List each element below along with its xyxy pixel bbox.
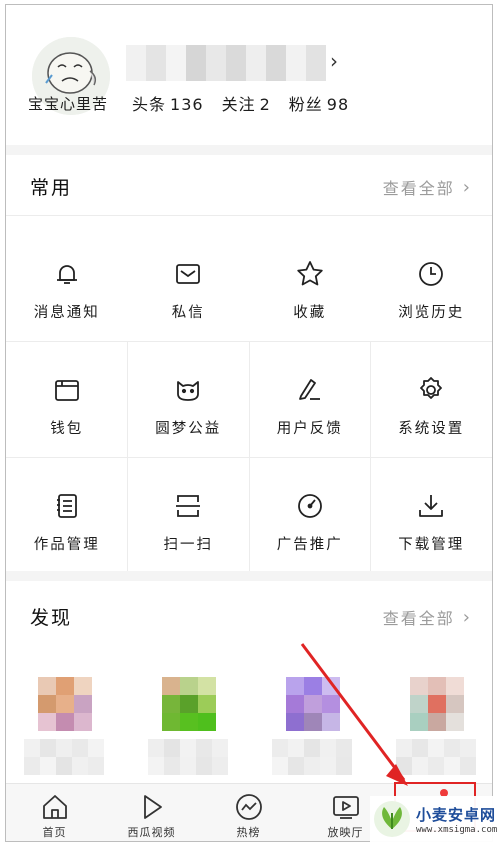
grid-item-label: 扫一扫 bbox=[163, 537, 213, 553]
gauge-icon bbox=[295, 491, 325, 521]
clock-icon bbox=[416, 259, 446, 289]
home-icon bbox=[40, 792, 70, 822]
wallet-icon bbox=[52, 375, 82, 405]
trend-icon bbox=[234, 792, 264, 822]
mail-icon bbox=[173, 259, 203, 289]
avatar-caption: 宝宝心里苦 bbox=[28, 95, 109, 113]
tab-hot-list[interactable]: 热榜 bbox=[200, 784, 297, 841]
tile-caption-blurred bbox=[396, 739, 476, 775]
tv-play-icon bbox=[331, 792, 361, 822]
tile-caption-blurred bbox=[272, 739, 352, 775]
stat-headlines[interactable]: 头条 136 bbox=[132, 91, 204, 115]
tile-caption-blurred bbox=[148, 739, 228, 775]
tile-thumbnail bbox=[38, 677, 92, 731]
section-title: 常用 bbox=[30, 177, 73, 199]
stat-label: 粉丝 bbox=[288, 95, 323, 114]
grid-item-ads[interactable]: 广告推广 bbox=[249, 457, 371, 573]
stat-following[interactable]: 关注 2 bbox=[222, 91, 271, 115]
view-all-label: 查看全部 bbox=[382, 179, 455, 198]
common-section-header: 常用 查看全部 › bbox=[6, 157, 492, 215]
play-icon bbox=[137, 792, 167, 822]
grid-item-label: 收藏 bbox=[293, 305, 327, 321]
tab-label: 首页 bbox=[42, 826, 67, 839]
discover-tile[interactable] bbox=[396, 677, 476, 783]
grid-item-label: 浏览历史 bbox=[398, 305, 465, 321]
grid-item-label: 钱包 bbox=[50, 421, 84, 437]
grid-item-messages[interactable]: 私信 bbox=[128, 225, 250, 341]
tile-thumbnail bbox=[162, 677, 216, 731]
grid-item-works[interactable]: 作品管理 bbox=[6, 457, 128, 573]
grid-item-label: 圆梦公益 bbox=[155, 421, 222, 437]
document-icon bbox=[52, 491, 82, 521]
discover-row bbox=[6, 667, 492, 785]
section-title: 发现 bbox=[30, 607, 73, 629]
stat-value: 136 bbox=[170, 95, 204, 114]
tab-label: 西瓜视频 bbox=[127, 826, 176, 839]
grid-item-label: 系统设置 bbox=[398, 421, 465, 437]
scan-icon bbox=[173, 491, 203, 521]
grid-item-downloads[interactable]: 下载管理 bbox=[371, 457, 493, 573]
grid-item-wallet[interactable]: 钱包 bbox=[6, 341, 128, 457]
grid-item-history[interactable]: 浏览历史 bbox=[371, 225, 493, 341]
grid-item-charity[interactable]: 圆梦公益 bbox=[128, 341, 250, 457]
view-all-label: 查看全部 bbox=[382, 609, 455, 628]
feedback-pen-icon bbox=[295, 375, 325, 405]
section-divider bbox=[6, 571, 492, 581]
view-all-link[interactable]: 查看全部 › bbox=[383, 605, 472, 629]
gear-icon bbox=[416, 375, 446, 405]
site-watermark: 小麦安卓网 www.xmsigma.com bbox=[370, 796, 498, 842]
grid-item-settings[interactable]: 系统设置 bbox=[371, 341, 493, 457]
profile-header[interactable]: 宝宝心里苦 › 头条 136 关注 2 粉丝 98 bbox=[6, 5, 492, 145]
username-blurred[interactable] bbox=[126, 45, 326, 81]
grid-item-label: 消息通知 bbox=[33, 305, 100, 321]
charity-icon bbox=[173, 375, 203, 405]
grid-item-label: 广告推广 bbox=[276, 537, 343, 553]
grid-item-label: 作品管理 bbox=[33, 537, 100, 553]
grid-item-feedback[interactable]: 用户反馈 bbox=[249, 341, 371, 457]
tile-caption-blurred bbox=[24, 739, 104, 775]
chevron-right-icon[interactable]: › bbox=[330, 49, 338, 73]
tile-thumbnail bbox=[410, 677, 464, 731]
tab-xigua-video[interactable]: 西瓜视频 bbox=[103, 784, 200, 841]
grid-item-scan[interactable]: 扫一扫 bbox=[128, 457, 250, 573]
view-all-link[interactable]: 查看全部 › bbox=[383, 175, 472, 199]
grid-item-label: 私信 bbox=[171, 305, 205, 321]
tile-thumbnail bbox=[286, 677, 340, 731]
tab-label: 放映厅 bbox=[327, 826, 364, 839]
chevron-right-icon: › bbox=[462, 606, 472, 628]
stat-value: 98 bbox=[326, 95, 350, 114]
discover-tile[interactable] bbox=[148, 677, 228, 783]
grid-item-label: 下载管理 bbox=[398, 537, 465, 553]
watermark-title: 小麦安卓网 bbox=[416, 805, 497, 824]
discover-section-header: 发现 查看全部 › bbox=[6, 587, 492, 645]
stat-label: 关注 bbox=[221, 95, 256, 114]
discover-tile[interactable] bbox=[24, 677, 104, 783]
bell-icon bbox=[52, 259, 82, 289]
section-divider bbox=[6, 145, 492, 155]
tab-home[interactable]: 首页 bbox=[6, 784, 103, 841]
watermark-url: www.xmsigma.com bbox=[416, 824, 498, 835]
tab-label: 热榜 bbox=[236, 826, 261, 839]
chevron-right-icon: › bbox=[462, 176, 472, 198]
grid-item-favorites[interactable]: 收藏 bbox=[249, 225, 371, 341]
download-icon bbox=[416, 491, 446, 521]
discover-tile[interactable] bbox=[272, 677, 352, 783]
grid-item-notifications[interactable]: 消息通知 bbox=[6, 225, 128, 341]
watermark-logo bbox=[374, 801, 410, 837]
grid-item-label: 用户反馈 bbox=[276, 421, 343, 437]
stat-label: 头条 bbox=[132, 95, 167, 114]
app-screen: 宝宝心里苦 › 头条 136 关注 2 粉丝 98 常用 查看全部 › 消息通知… bbox=[5, 4, 493, 842]
star-icon bbox=[295, 259, 325, 289]
common-grid: 消息通知 私信 收藏 浏览历史 钱包 圆梦公益 用户反馈 系统设置 作品管理 扫… bbox=[6, 215, 493, 573]
stat-value: 2 bbox=[259, 95, 271, 114]
stat-followers[interactable]: 粉丝 98 bbox=[289, 91, 349, 115]
profile-stats: 头条 136 关注 2 粉丝 98 bbox=[132, 91, 349, 115]
